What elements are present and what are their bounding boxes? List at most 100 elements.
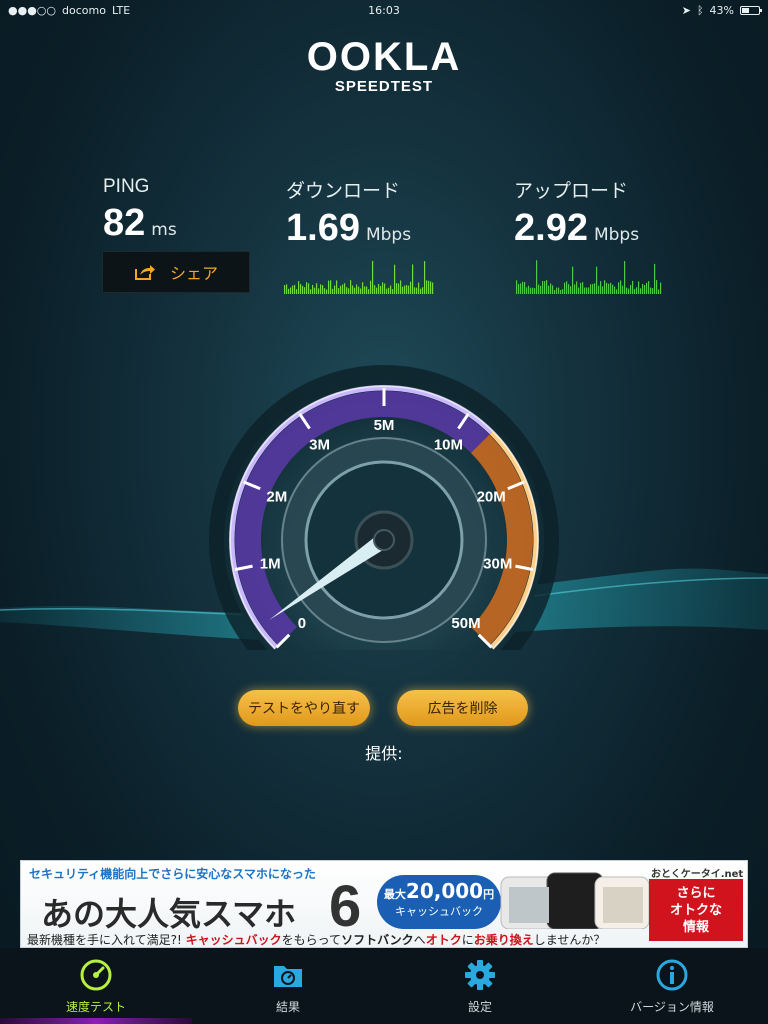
ping-label: PING — [103, 176, 150, 197]
ad-bottom-g: に — [461, 933, 474, 947]
sparkline-bar — [290, 287, 292, 294]
sparkline-bar — [320, 284, 322, 294]
sparkline-bar — [632, 280, 634, 294]
sparkline-bar — [600, 281, 602, 294]
sparkline-bar — [536, 260, 538, 294]
sparkline-bar — [388, 287, 390, 294]
sparkline-bar — [546, 280, 548, 294]
sparkline-bar — [588, 287, 590, 294]
ad-phones-image — [500, 872, 650, 929]
sparkline-bar — [634, 288, 636, 294]
sparkline-bar — [304, 287, 306, 294]
sparkline-bar — [562, 289, 564, 294]
sparkline-bar — [428, 280, 430, 294]
sparkline-bar — [586, 287, 588, 294]
sparkline-bar — [618, 282, 620, 294]
sparkline-bar — [638, 281, 640, 294]
sparkline-bar — [322, 285, 324, 294]
share-icon — [134, 265, 155, 280]
sparkline-bar — [332, 288, 334, 294]
provider-label: 提供: — [365, 744, 403, 763]
sparkline-bar — [636, 287, 638, 294]
ad-bubble-currency: 円 — [483, 888, 495, 901]
sparkline-bar — [398, 283, 400, 294]
sparkline-bar — [616, 289, 618, 294]
sparkline-bar — [430, 281, 432, 294]
tab-about-label: バージョン情報 — [630, 999, 714, 1014]
sparkline-bar — [516, 280, 518, 294]
sparkline-bar — [656, 280, 658, 294]
sparkline-bar — [530, 287, 532, 294]
tab-bar: 速度テスト 結果 設定 バージョン情報 — [0, 948, 768, 1024]
sparkline-bar — [628, 288, 630, 294]
sparkline-bar — [344, 283, 346, 294]
sparkline-bar — [620, 280, 622, 294]
ad-banner[interactable]: セキュリティ機能向上でさらに安心なスマホになった あの大人気スマホ 6 最大20… — [20, 860, 748, 948]
sparkline-bar — [400, 280, 402, 294]
upload-metric: アップロード 2.92 Mbps — [514, 176, 639, 250]
sparkline-bar — [362, 282, 364, 294]
sparkline-bar — [298, 281, 300, 294]
sparkline-bar — [370, 280, 372, 294]
tab-about[interactable]: バージョン情報 — [576, 948, 768, 1024]
sparkline-bar — [420, 288, 422, 294]
upload-label: アップロード — [514, 181, 629, 202]
sparkline-bar — [316, 283, 318, 294]
ad-bottom-a: 最新機種を手に入れて満足?! — [27, 933, 186, 947]
sparkline-bar — [432, 282, 434, 294]
sparkline-bar — [310, 289, 312, 294]
download-value: 1.69 — [286, 207, 360, 249]
sparkline-bar — [386, 288, 388, 294]
sparkline-bar — [338, 288, 340, 294]
sparkline-bar — [608, 283, 610, 294]
ping-value: 82 — [103, 202, 146, 244]
speed-gauge: 0 1M 2M 3M 5M 10M 20M 30M 50M — [209, 365, 559, 650]
sparkline-bar — [534, 288, 536, 294]
sparkline-bar — [408, 285, 410, 294]
gauge-tick-label: 0 — [298, 615, 306, 632]
gauge-tick-label: 5M — [374, 417, 395, 434]
ad-cta-button[interactable]: さらに オトクな 情報 — [649, 879, 743, 941]
sparkline-bar — [384, 283, 386, 294]
sparkline-bar — [426, 280, 428, 294]
retest-button[interactable]: テストをやり直す — [238, 690, 370, 726]
sparkline-bar — [660, 282, 662, 294]
sparkline-bar — [318, 288, 320, 294]
sparkline-bar — [576, 281, 578, 294]
sparkline-bar — [610, 282, 612, 294]
sparkline-bar — [348, 288, 350, 294]
sparkline-bar — [570, 286, 572, 294]
sparkline-bar — [412, 264, 414, 294]
ping-metric: PING 82 ms — [103, 176, 177, 245]
sparkline-bar — [582, 282, 584, 294]
sparkline-bar — [414, 287, 416, 294]
tab-speed-test[interactable]: 速度テスト — [0, 948, 192, 1024]
sparkline-bar — [612, 284, 614, 294]
upload-sparkline — [516, 260, 662, 294]
sparkline-bar — [312, 285, 314, 294]
sparkline-bar — [614, 286, 616, 294]
folder-results-icon — [274, 965, 302, 987]
ad-bubble-prefix: 最大 — [383, 888, 406, 901]
upload-unit: Mbps — [593, 225, 640, 245]
sparkline-bar — [422, 287, 424, 294]
sparkline-bar — [640, 288, 642, 294]
sparkline-bar — [292, 285, 294, 294]
ad-bottom-e: へ — [413, 933, 426, 947]
sparkline-bar — [580, 282, 582, 294]
sparkline-bar — [378, 283, 380, 294]
sparkline-bar — [300, 284, 302, 294]
remove-ads-button[interactable]: 広告を削除 — [397, 690, 528, 726]
sparkline-bar — [326, 289, 328, 294]
ad-cta-line1: さらに — [676, 886, 716, 901]
share-button[interactable]: シェア — [102, 251, 250, 293]
sparkline-bar — [390, 285, 392, 294]
sparkline-bar — [330, 280, 332, 294]
sparkline-bar — [524, 282, 526, 294]
tab-settings[interactable]: 設定 — [384, 948, 576, 1024]
sparkline-bar — [372, 260, 374, 294]
sparkline-bar — [532, 287, 534, 294]
download-label: ダウンロード — [286, 181, 401, 202]
tab-results[interactable]: 結果 — [192, 948, 384, 1024]
sparkline-bar — [358, 286, 360, 294]
